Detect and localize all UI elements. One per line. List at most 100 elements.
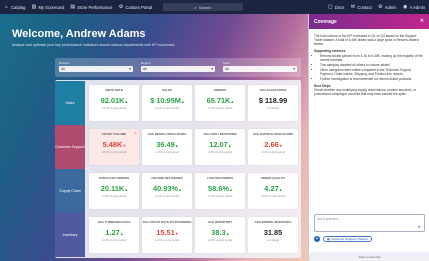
nav-my-scorecard[interactable]: ▥ My Scorecard (31, 3, 65, 10)
trend-up-icon: ▴ (181, 98, 184, 104)
kpi-comparison: -0.4% vs prior period (261, 151, 285, 155)
chevron-down-icon: ▾ (211, 67, 213, 71)
search-input[interactable]: ⌕ Search (163, 3, 243, 11)
search-icon: ⌕ (194, 4, 197, 10)
trend-down-icon: ▾ (123, 142, 126, 148)
store-select[interactable]: All ▾ (223, 66, 297, 72)
kpi-row: Inventory AVG TURNOVER DAYS 1.27▴ +0.4% vs … (55, 213, 301, 257)
home-icon: ⌂ (4, 3, 9, 10)
kpi-comparison: +0.4% vs prior period (101, 239, 127, 243)
chevron-down-icon: ▾ (293, 67, 295, 71)
kpi-comparison: no change (266, 239, 280, 243)
kpi-value: 40.93%▴ (152, 183, 182, 193)
kpi-card[interactable]: AVG ENDING INVENTORY 31.85 no change (248, 217, 298, 253)
kpi-card[interactable]: AVG INVENTORY 38.3▴ +0.9% vs prior period (195, 217, 245, 253)
trend-up-icon: ▴ (228, 142, 231, 148)
kpi-comparison: +0.6% vs prior period (207, 195, 233, 199)
trend-up-icon: ▴ (125, 98, 128, 104)
kpi-title: SALES (161, 88, 172, 92)
kpi-title: PURCHASE ORDERS (98, 176, 130, 180)
trend-up-icon: ▴ (229, 186, 232, 192)
nav-contact[interactable]: ✉ Contact (350, 4, 372, 10)
trend-up-icon: ▴ (120, 230, 123, 236)
close-icon[interactable]: ✕ (420, 18, 424, 24)
kpi-card[interactable]: SALES $ 10.95M▴ +4.1% vs prior period (142, 85, 192, 121)
kpi-card[interactable]: PURCHASE ORDERS 20.11K▴ +2.0% vs prior per… (89, 173, 139, 209)
kpi-row: Sales UNITS SOLD 92.01K▴ +4.7% vs prior per… (55, 81, 301, 125)
send-icon[interactable]: ➤ (418, 224, 421, 229)
context-chip[interactable]: ▦ Customer Support (Tickets) (323, 236, 372, 242)
kpi-comparison: +1.3% vs prior period (154, 239, 180, 243)
kpi-card[interactable]: TICKET VOLUME 5.48K▾ +8.7% vs prior period… (89, 129, 139, 165)
add-context-button[interactable]: + (314, 236, 320, 242)
kpi-comparison: +4.7% vs prior period (101, 107, 127, 111)
kpi-value: $ 10.95M▴ (150, 95, 184, 105)
kpi-card[interactable]: AVG STOCK DAYS OUTSTANDING 15.51▾ +1.3% vs… (142, 217, 192, 253)
kpi-title: AVG STOCK DAYS OUTSTANDING (142, 220, 192, 224)
kpi-value: 36.49▴ (156, 139, 178, 149)
kpi-title: LATE DELIVERIES (206, 176, 234, 180)
kpi-value: 2.66▾ (264, 139, 282, 149)
kpi-value: 65.71K▴ (206, 95, 234, 105)
kpi-title: AVG SATISFACTION SCORE (252, 132, 294, 136)
kpi-title: ON-TIME DELIVERIES (151, 176, 183, 180)
page-subtitle: Analyze and optimize your key performanc… (12, 43, 175, 47)
chart-icon: ▥ (31, 3, 37, 10)
filter-division[interactable]: Division All ▾ (59, 61, 133, 72)
row-label: Inventory (55, 213, 85, 257)
nav-custom-portal[interactable]: ⚙ Custom Portal (118, 4, 152, 10)
kpi-title: ORDERS (213, 88, 227, 92)
nav-catalog[interactable]: ⌂ Catalog (4, 3, 25, 10)
row-label: Customer Support (55, 125, 85, 169)
region-select[interactable]: All ▾ (141, 66, 215, 72)
nav-docs[interactable]: ▢ Docs (327, 3, 344, 10)
division-select[interactable]: All ▾ (59, 66, 133, 72)
page-title: Welcome, Andrew Adams (12, 28, 146, 40)
kpi-card[interactable]: AVG TURNOVER DAYS 1.27▴ +0.4% vs prior per… (89, 217, 139, 253)
kpi-comparison: +2.0% vs prior period (101, 195, 127, 199)
row-label: Sales (55, 81, 85, 125)
kpi-scorecard-grid: Sales UNITS SOLD 92.01K▴ +4.7% vs prior per… (55, 80, 301, 258)
kpi-card[interactable]: AVG RESOLUTION HOURS 36.49▴ -1.2% vs prior… (142, 129, 192, 165)
trend-up-icon: ▴ (125, 186, 128, 192)
nav-store-performance[interactable]: ▤ Store Performance (70, 3, 112, 10)
kpi-card[interactable]: ORDERS 65.71K▴ +3.5% vs prior period (195, 85, 245, 121)
kpi-value: 38.3▴ (211, 227, 229, 237)
store-icon: ▤ (70, 3, 76, 10)
kpi-title: ORDER QUALITY (260, 176, 286, 180)
filter-panel: Division All ▾ Region All ▾ Store All ▾ (55, 58, 301, 77)
nav-admin[interactable]: ⚙ Admin (378, 3, 397, 10)
kpi-card[interactable]: ORDER QUALITY 4.27▴ +0.2% vs prior period (248, 173, 298, 209)
kpi-card[interactable]: AVG SALES PRICE $ 118.99 no change (248, 85, 298, 121)
kpi-card[interactable]: UNITS SOLD 92.01K▴ +4.7% vs prior period (89, 85, 139, 121)
trend-up-icon: ▴ (179, 186, 182, 192)
kpi-value: 58.6%▴ (208, 183, 232, 193)
new-chat-button[interactable]: Start a new chat (309, 252, 429, 261)
copilot-question-input[interactable]: Ask a question... ➤ (314, 214, 425, 232)
kpi-card[interactable]: AVG SATISFACTION SCORE 2.66▾ -0.4% vs prio… (248, 129, 298, 165)
kpi-title: AVG FIRST RESPONSE (203, 132, 237, 136)
kpi-value: 4.27▴ (264, 183, 282, 193)
list-item: Further investigation is recommended on … (320, 77, 424, 81)
filter-region[interactable]: Region All ▾ (141, 61, 215, 72)
kpi-value: 20.11K▴ (100, 183, 128, 193)
dashboard-main: Welcome, Andrew Adams Analyze and optimi… (0, 14, 308, 261)
kpi-comparison: +3.5% vs prior period (207, 107, 233, 111)
kpi-value: 31.85 (263, 227, 283, 237)
filter-store[interactable]: Store All ▾ (223, 61, 297, 72)
kpi-title: UNITS SOLD (104, 88, 124, 92)
gear-icon: ⚙ (378, 3, 383, 10)
kpi-value: 5.48K▾ (102, 139, 126, 149)
kpi-comparison: +4.1% vs prior period (154, 107, 180, 111)
kpi-comparison: +8.7% vs prior period (101, 151, 127, 155)
kpi-comparison: -1.2% vs prior period (155, 151, 179, 155)
trend-up-icon: ▴ (226, 230, 229, 236)
kpi-value: $ 118.99 (258, 95, 288, 105)
kpi-row: Customer Support TICKET VOLUME 5.48K▾ +8.7%… (55, 125, 301, 169)
user-menu[interactable]: ◉ A Admin (403, 4, 425, 10)
kpi-card[interactable]: ON-TIME DELIVERIES 40.93%▴ +1.1% vs prior … (142, 173, 192, 209)
kpi-card[interactable]: LATE DELIVERIES 58.6%▴ +0.6% vs prior peri… (195, 173, 245, 209)
table-icon: ▦ (327, 237, 330, 241)
kpi-card[interactable]: AVG FIRST RESPONSE 12.07▴ -0.8% vs prior p… (195, 129, 245, 165)
doc-icon: ▢ (327, 3, 333, 10)
